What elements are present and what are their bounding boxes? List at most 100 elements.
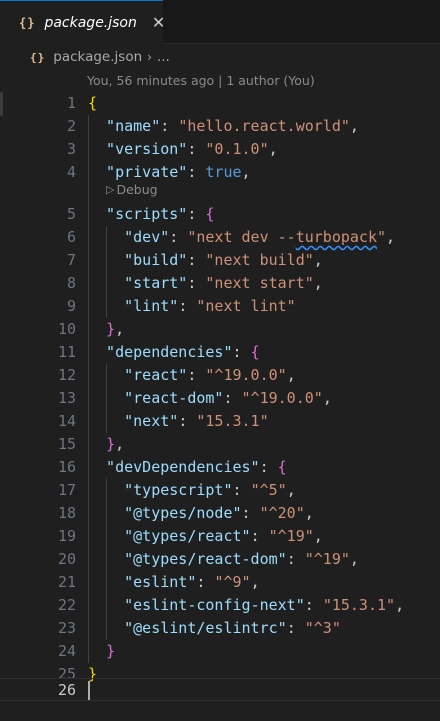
code-line[interactable]: 8 "start": "next start", [0,272,440,295]
line-number: 12 [57,366,76,384]
code-line[interactable]: 18 "@types/node": "^20", [0,502,440,525]
code-token: "^3" [304,619,341,637]
code-token: "0.1.0" [205,140,269,158]
code-token: "15.3.1" [196,412,269,430]
code-line[interactable]: 24 } [0,640,440,663]
code-token: } [106,320,116,338]
code-token: : [304,596,323,614]
code-token: "dev" [88,228,170,246]
code-token: } [106,435,116,453]
code-token: , [322,389,332,407]
code-line[interactable]: 19 "@types/react": "^19", [0,525,440,548]
line-code: "react-dom": "^19.0.0", [88,387,332,410]
code-line[interactable]: 14 "next": "15.3.1" [0,410,440,433]
code-line[interactable]: 22 "eslint-config-next": "15.3.1", [0,594,440,617]
line-code: "name": "hello.react.world", [88,115,359,138]
code-line[interactable]: 3 "version": "0.1.0", [0,138,440,161]
code-token: "name" [88,117,161,135]
code-token: "typescript" [88,481,233,499]
line-code: "eslint": "^9", [88,571,259,594]
indent-guide [88,115,89,663]
code-token: : [187,140,206,158]
code-line[interactable]: 16 "devDependencies": { [0,456,440,479]
code-token: "eslint" [88,573,197,591]
code-line[interactable]: 4 "private": true, [0,161,440,184]
line-number: 7 [66,251,76,269]
code-token: "next start" [205,274,314,292]
code-line[interactable]: 1{ [0,92,440,115]
code-token: "^19" [304,550,350,568]
code-token: : [160,117,179,135]
code-token: , [286,366,296,384]
breadcrumb-more[interactable]: ... [157,49,170,65]
breadcrumb-json-icon: {} [30,50,46,64]
code-line[interactable]: 13 "react-dom": "^19.0.0", [0,387,440,410]
line-code: "version": "0.1.0", [88,138,278,161]
code-line[interactable]: 17 "typescript": "^5", [0,479,440,502]
code-token: true [205,163,242,181]
code-token: , [304,504,314,522]
chevron-right-icon: › [147,50,152,64]
code-token: : [286,550,305,568]
code-token: "^9" [214,573,251,591]
code-line[interactable]: 5 "scripts": { [0,203,440,226]
line-number: 20 [57,550,76,568]
code-token: { [88,94,98,112]
code-token: "^19.0.0" [205,366,287,384]
code-line[interactable]: 21 "eslint": "^9", [0,571,440,594]
line-code: } [88,640,115,663]
code-token: { [277,458,287,476]
code-line[interactable]: 10 }, [0,318,440,341]
line-number: 4 [66,163,76,181]
code-token: "15.3.1" [322,596,396,614]
code-token: "hello.react.world" [178,117,350,135]
code-line[interactable]: 20 "@types/react-dom": "^19", [0,548,440,571]
code-token: "next" [88,412,179,430]
breadcrumb-file[interactable]: package.json [53,49,142,65]
code-line[interactable]: 15 }, [0,433,440,456]
tab-bar: {} package.json ✕ [0,0,440,44]
code-token: : [178,412,197,430]
code-line[interactable]: 11 "dependencies": { [0,341,440,364]
line-number: 9 [66,297,76,315]
code-token: , [286,481,296,499]
code-token: , [313,251,323,269]
code-token: : [250,527,269,545]
code-token: , [349,117,359,135]
blame-annotation[interactable]: You, 56 minutes ago | 1 author (You) [87,70,315,92]
line-number: 5 [66,205,76,223]
code-line[interactable]: 2 "name": "hello.react.world", [0,115,440,138]
line-number: 1 [66,94,76,112]
code-line[interactable]: 26 [0,678,440,701]
tab-label: package.json [44,14,137,31]
line-number: 17 [57,481,76,499]
line-number: 16 [57,458,76,476]
code-line[interactable]: 23 "@eslint/eslintrc": "^3" [0,617,440,640]
code-line[interactable]: 6 "dev": "next dev --turbopack", [0,226,440,249]
close-icon[interactable]: ✕ [152,14,165,31]
code-token: : [241,504,260,522]
json-file-icon: {} [19,15,36,30]
line-code: "@eslint/eslintrc": "^3" [88,617,341,640]
line-code: "react": "^19.0.0", [88,364,296,387]
line-number: 21 [57,573,76,591]
code-line[interactable]: 7 "build": "next build", [0,249,440,272]
code-token: , [115,320,125,338]
line-number: 13 [57,389,76,407]
code-token: : [187,251,206,269]
tab-package-json[interactable]: {} package.json ✕ [0,0,165,44]
code-token: " [377,228,387,246]
breadcrumb: {} package.json › ... [0,44,440,70]
code-token: : [178,297,197,315]
code-token: , [115,435,125,453]
code-line[interactable]: 9 "lint": "next lint" [0,295,440,318]
code-token: "@types/node" [88,504,242,522]
code-token: "next build" [205,251,314,269]
line-code: "typescript": "^5", [88,479,296,502]
code-token: : [232,481,251,499]
code-token: "^19.0.0" [241,389,323,407]
line-code: "lint": "next lint" [88,295,296,318]
code-line[interactable]: 12 "react": "^19.0.0", [0,364,440,387]
indent-guide [106,364,107,433]
